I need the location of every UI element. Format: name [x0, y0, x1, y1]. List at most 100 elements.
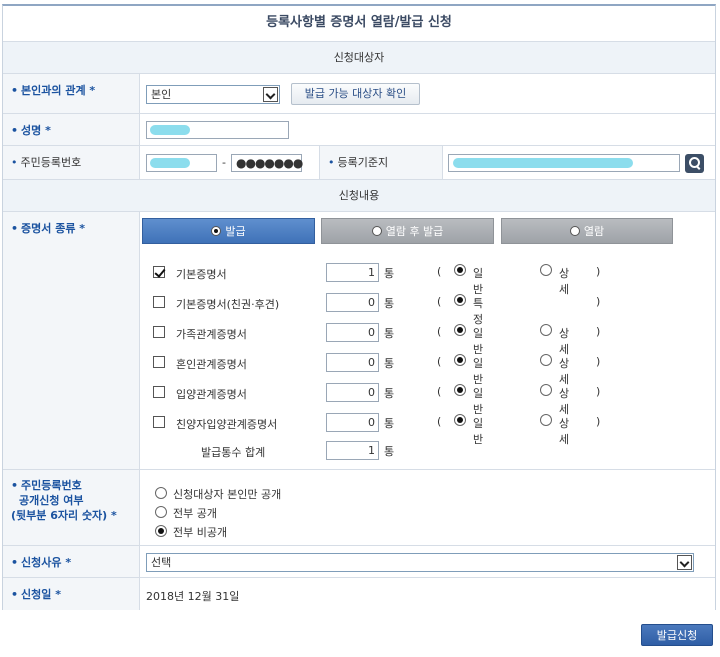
option-general-label: 일반	[473, 357, 484, 386]
cert-name: 입양관계증명서	[176, 388, 247, 401]
masked-text	[150, 125, 190, 135]
tab-issue[interactable]: 발급	[142, 218, 315, 244]
cert-qty-input[interactable]: 0	[326, 413, 379, 432]
paren-open: (	[437, 325, 442, 338]
option-general-label: 일반	[473, 387, 484, 416]
check-eligible-button[interactable]: 발급 가능 대상자 확인	[291, 83, 420, 105]
option-detail-label: 상세	[559, 387, 570, 416]
reason-row: • 신청사유 * 선택	[3, 546, 715, 578]
issue-type-tabs: 발급 열람 후 발급 열람	[141, 218, 715, 248]
cert-qty-input[interactable]: 0	[326, 353, 379, 372]
resident-row: • 주민등록번호 - ●●●●●●● • 등록기준지	[3, 146, 715, 180]
option-detail-radio[interactable]	[540, 414, 552, 426]
option-specific-radio[interactable]	[454, 294, 466, 306]
resident-front-input[interactable]	[146, 154, 217, 172]
option-general-label: 일반	[473, 327, 484, 356]
cert-checkbox[interactable]	[153, 296, 165, 308]
disclosure-option-label: 전부 비공개	[173, 526, 228, 539]
name-input[interactable]	[146, 121, 289, 139]
option-general-radio[interactable]	[454, 414, 466, 426]
option-detail-radio[interactable]	[540, 324, 552, 336]
cert-name: 기본증명서	[176, 268, 227, 281]
option-specific-label: 특정	[473, 297, 484, 326]
cert-qty-input[interactable]: 0	[326, 323, 379, 342]
radio-icon	[569, 226, 580, 236]
total-qty: 1	[326, 441, 379, 460]
cert-checkbox[interactable]	[153, 356, 165, 368]
cert-unit: 통	[384, 327, 395, 340]
name-row: • 성명 *	[3, 114, 715, 146]
total-unit: 통	[384, 445, 395, 458]
paren-close: )	[596, 355, 601, 368]
registry-label: • 등록기준지	[319, 146, 443, 179]
paren-open: (	[437, 295, 442, 308]
date-label: • 신청일 *	[3, 578, 140, 610]
chevron-down-icon	[263, 87, 278, 102]
cert-types-label: • 증명서 종류 *	[3, 212, 140, 469]
resident-back-input[interactable]: ●●●●●●●	[231, 154, 303, 172]
cert-qty-input[interactable]: 1	[326, 263, 379, 282]
disclosure-radio[interactable]	[155, 525, 167, 537]
paren-close: )	[596, 415, 601, 428]
option-detail-label: 상세	[559, 327, 570, 356]
option-detail-radio[interactable]	[540, 384, 552, 396]
cert-name: 친양자입양관계증명서	[176, 418, 278, 431]
page-title: 등록사항별 증명서 열람/발급 신청	[3, 6, 715, 42]
option-general-radio[interactable]	[454, 324, 466, 336]
reason-select[interactable]: 선택	[146, 553, 694, 572]
section-target-header: 신청대상자	[3, 42, 715, 74]
submit-issue-button[interactable]: 발급신청	[641, 624, 713, 646]
date-row: • 신청일 * 2018년 12월 31일	[3, 578, 715, 610]
relation-select-value: 본인	[151, 88, 172, 101]
option-general-label: 일반	[473, 417, 484, 446]
tab-view-then-issue[interactable]: 열람 후 발급	[321, 218, 494, 244]
name-label: • 성명 *	[3, 114, 140, 145]
cert-qty-input[interactable]: 0	[326, 383, 379, 402]
cert-unit: 통	[384, 267, 395, 280]
paren-open: (	[437, 355, 442, 368]
resident-dash: -	[222, 156, 226, 169]
disclosure-radio[interactable]	[155, 487, 167, 499]
paren-open: (	[437, 385, 442, 398]
option-detail-radio[interactable]	[540, 354, 552, 366]
option-general-radio[interactable]	[454, 354, 466, 366]
tab-view[interactable]: 열람	[501, 218, 673, 244]
option-detail-radio[interactable]	[540, 264, 552, 276]
option-detail-label: 상세	[559, 357, 570, 386]
cert-qty-input[interactable]: 0	[326, 293, 379, 312]
chevron-down-icon	[677, 555, 692, 570]
application-form: 등록사항별 증명서 열람/발급 신청 신청대상자 • 본인과의 관계 * 본인 발…	[2, 4, 716, 610]
paren-open: (	[437, 265, 442, 278]
cert-unit: 통	[384, 357, 395, 370]
relation-select[interactable]: 본인	[146, 85, 280, 104]
radio-icon	[371, 226, 382, 236]
resident-label: • 주민등록번호	[3, 146, 140, 179]
cert-checkbox[interactable]	[153, 386, 165, 398]
cert-name: 혼인관계증명서	[176, 358, 247, 371]
registry-input[interactable]	[448, 154, 680, 172]
disclosure-label: • 주민등록번호 공개신청 여부 (뒷부분 6자리 숫자) *	[3, 470, 140, 545]
option-detail-label: 상세	[559, 417, 570, 446]
disclosure-option-label: 전부 공개	[173, 507, 217, 520]
reason-select-value: 선택	[151, 556, 172, 569]
search-icon[interactable]	[685, 154, 704, 173]
disclosure-radio[interactable]	[155, 506, 167, 518]
date-value: 2018년 12월 31일	[146, 590, 240, 603]
cert-unit: 통	[384, 387, 395, 400]
cert-checkbox[interactable]	[153, 266, 165, 278]
paren-close: )	[596, 385, 601, 398]
paren-open: (	[437, 415, 442, 428]
option-general-label: 일반	[473, 267, 484, 296]
masked-text	[150, 158, 190, 168]
cert-name: 기본증명서(친권·후견)	[176, 298, 280, 311]
option-general-radio[interactable]	[454, 384, 466, 396]
paren-close: )	[596, 295, 601, 308]
radio-icon	[211, 226, 222, 236]
paren-close: )	[596, 325, 601, 338]
total-label: 발급통수 합계	[201, 446, 266, 459]
cert-checkbox[interactable]	[153, 416, 165, 428]
masked-text	[453, 158, 633, 168]
option-detail-label: 상세	[559, 267, 570, 296]
option-general-radio[interactable]	[454, 264, 466, 276]
cert-checkbox[interactable]	[153, 326, 165, 338]
